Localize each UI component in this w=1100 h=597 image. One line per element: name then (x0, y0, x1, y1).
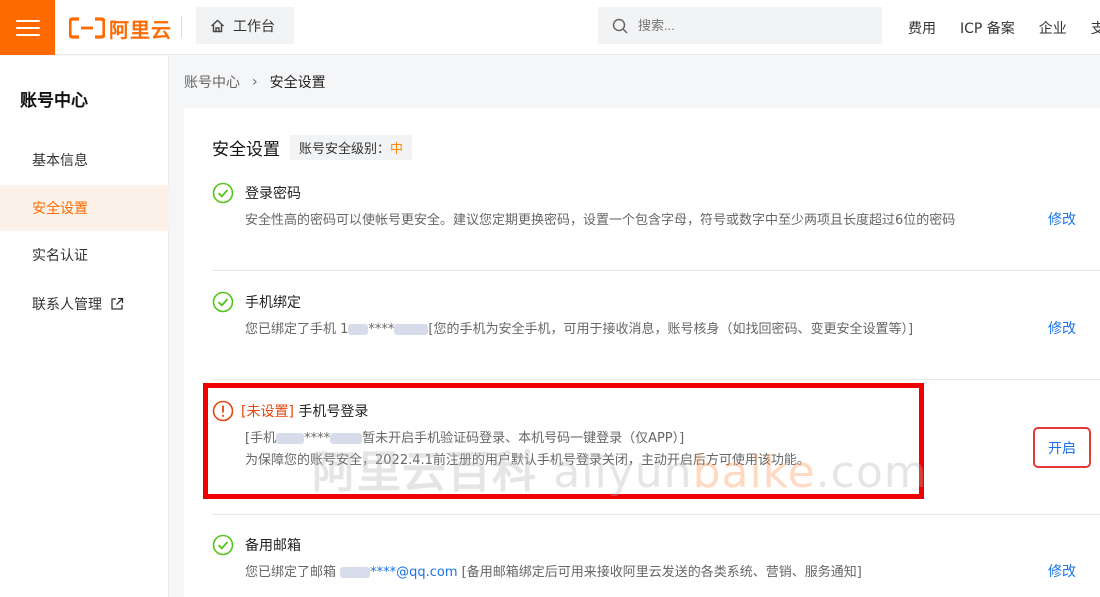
divider (181, 16, 182, 38)
nav-link-fees[interactable]: 费用 (908, 18, 936, 38)
setting-title: 手机绑定 (245, 295, 301, 311)
sidebar-item-label: 实名认证 (32, 248, 88, 264)
redacted-block (340, 567, 371, 578)
sidebar-item-label: 联系人管理 (32, 297, 102, 313)
setting-row-backup-email: 备用邮箱 您已绑定了邮箱 ****@qq.com [备用邮箱绑定后可用来接收阿里… (212, 534, 1100, 594)
redacted-block (348, 324, 369, 335)
aliyun-logo[interactable]: 阿里云 (69, 13, 172, 43)
setting-row-password: 登录密码 安全性高的密码可以使帐号更安全。建议您定期更换密码，设置一个包含字母，… (212, 182, 1100, 242)
setting-description: 您已绑定了手机 1 **** [您的手机为安全手机，可用于接收消息，账号核身（如找回… (245, 318, 913, 337)
sidebar-item-real-name[interactable]: 实名认证 (0, 232, 169, 278)
email-note: [备用邮箱绑定后可用来接收阿里云发送的各类系统、营销、服务通知] (457, 565, 862, 580)
highlight-annotation-box (203, 383, 924, 499)
security-level-label: 账号安全级别： (299, 142, 391, 157)
card-header: 安全设置 账号安全级别：中 (212, 135, 413, 160)
aliyun-logo-icon (69, 17, 105, 39)
menu-icon[interactable] (0, 0, 55, 55)
nav-link-icp[interactable]: ICP 备案 (960, 18, 1015, 38)
setting-title: 登录密码 (245, 186, 301, 202)
modify-email-link[interactable]: 修改 (1048, 561, 1076, 581)
sidebar-item-security[interactable]: 安全设置 (0, 185, 169, 231)
workbench-button[interactable]: 工作台 (196, 7, 294, 44)
check-circle-icon (212, 182, 234, 204)
breadcrumb-separator: › (252, 74, 258, 90)
setting-row-phone-binding: 手机绑定 您已绑定了手机 1 **** [您的手机为安全手机，可用于接收消息，账号核… (212, 291, 1100, 351)
search-input[interactable] (638, 18, 858, 33)
divider (212, 379, 1100, 380)
sidebar-item-contacts[interactable]: 联系人管理 (0, 281, 169, 327)
phone-note: [您的手机为安全手机，可用于接收消息，账号核身（如找回密码、变更安全设置等）] (428, 322, 914, 337)
breadcrumb-parent[interactable]: 账号中心 (184, 72, 240, 92)
sidebar-item-label: 基本信息 (32, 153, 88, 169)
email-prefix: 您已绑定了邮箱 (245, 565, 341, 580)
setting-description: 您已绑定了邮箱 ****@qq.com [备用邮箱绑定后可用来接收阿里云发送的各… (245, 561, 862, 580)
modify-password-link[interactable]: 修改 (1048, 209, 1076, 229)
breadcrumb: 账号中心 › 安全设置 (184, 72, 326, 92)
divider (212, 270, 1100, 271)
security-level-badge: 账号安全级别：中 (290, 135, 413, 160)
check-circle-icon (212, 291, 234, 313)
home-icon (211, 19, 224, 32)
check-circle-icon (212, 534, 234, 556)
sidebar-item-basic-info[interactable]: 基本信息 (0, 137, 169, 183)
search-icon (612, 18, 628, 34)
sidebar: 账号中心 基本信息 安全设置 实名认证 联系人管理 (0, 56, 169, 597)
enable-phone-login-button[interactable]: 开启 (1033, 427, 1091, 468)
nav-link-enterprise[interactable]: 企业 (1039, 18, 1067, 38)
card-title: 安全设置 (212, 140, 280, 160)
logo-text: 阿里云 (109, 17, 172, 42)
top-navigation-bar: 阿里云 工作台 费用 ICP 备案 企业 支 (0, 0, 1100, 55)
nav-link-support[interactable]: 支 (1091, 18, 1100, 38)
email-address: ****@qq.com (370, 565, 458, 580)
breadcrumb-current: 安全设置 (269, 75, 326, 91)
divider (212, 514, 1100, 515)
redacted-block (394, 324, 429, 335)
external-link-icon (110, 297, 124, 311)
top-links: 费用 ICP 备案 企业 支 (908, 0, 1100, 55)
phone-mask: **** (368, 322, 395, 337)
search-box[interactable] (598, 7, 882, 44)
phone-prefix: 您已绑定了手机 1 (245, 322, 349, 337)
workbench-label: 工作台 (233, 18, 275, 35)
sidebar-item-label: 安全设置 (32, 201, 88, 217)
security-level-value: 中 (390, 142, 404, 157)
setting-description: 安全性高的密码可以使帐号更安全。建议您定期更换密码，设置一个包含字母，符号或数字… (245, 213, 956, 228)
modify-phone-link[interactable]: 修改 (1048, 318, 1076, 338)
setting-title: 备用邮箱 (245, 538, 301, 554)
sidebar-title: 账号中心 (20, 91, 88, 111)
security-settings-card: 安全设置 账号安全级别：中 登录密码 安全性高的密码可以使帐号更安全。建议您定期… (184, 108, 1100, 597)
